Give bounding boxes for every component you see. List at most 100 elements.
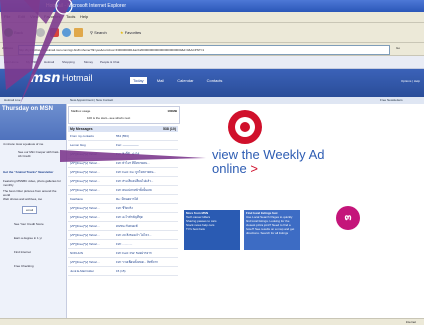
message-subject[interactable]: FW: รวมเพื่อนทั้งหมด... สิทธิ์จาก xyxy=(116,258,158,266)
message-subject[interactable]: 554 (553) xyxy=(116,132,129,140)
local-listings-body[interactable]: Use Local Search Pages to quickly find l… xyxy=(246,215,298,235)
message-row[interactable]: [v5*][Free]*[v] Tahori... FW: Fwd: Fw: ถู… xyxy=(68,168,178,177)
more-item-4[interactable]: TV's best bets xyxy=(186,227,238,231)
message-from[interactable]: [v5*][Free]*[v] Tahori... xyxy=(70,150,100,158)
message-row[interactable]: From my contacts 554 (553) xyxy=(68,132,178,141)
tab-calendar[interactable]: Calendar xyxy=(174,77,196,84)
message-row[interactable]: [v5*][Free]*[v] Tahori... FW: อะไรสำคัญที… xyxy=(68,213,178,222)
message-from[interactable]: [v5*][Free]*[v] Tahori... xyxy=(70,204,100,212)
message-from[interactable]: Junk E-Mail folder xyxy=(70,267,94,275)
message-row[interactable]: Kasthana Re: มีคนอยากได้ xyxy=(68,195,178,204)
message-from[interactable]: From my contacts xyxy=(70,132,94,140)
menu-view[interactable]: View xyxy=(30,12,39,22)
message-subject[interactable]: FW: Fwd: Fw: ถูกใจหลายคน... xyxy=(116,168,156,176)
message-subject[interactable]: 15 (15) xyxy=(116,267,126,275)
message-row[interactable]: NOKHUN FW: Fwd: FW: ของฝากจาก xyxy=(68,249,178,258)
search-button[interactable]: ⚲ Search xyxy=(90,28,107,37)
message-from[interactable]: [v5*][Free]*[v] Tahori... xyxy=(70,186,100,194)
intro-link[interactable]: 4 minute: How a jealous of me xyxy=(3,142,63,146)
refresh-button[interactable] xyxy=(62,28,71,38)
email-button[interactable]: email xyxy=(22,206,38,214)
hotmail-link[interactable]: Hotmail xyxy=(44,56,54,68)
target-logo-icon[interactable] xyxy=(228,110,262,144)
newsletter-bullet-1[interactable]: The best critter pictures from around th… xyxy=(3,189,63,197)
message-row[interactable]: Junk E-Mail folder 15 (15) xyxy=(68,267,178,276)
msn-nav-bar: msn Home My MSN Hotmail Shopping Money P… xyxy=(0,56,424,69)
go-button[interactable]: Go xyxy=(396,46,400,50)
weekly-ad-link[interactable]: view the Weekly Ad online > xyxy=(212,148,352,176)
message-subject[interactable]: FW: สิ่งนี้ที่...นำได้ xyxy=(116,150,139,158)
message-row[interactable]: [v5*][Free]*[v] Tahori... FW: สิ่งนี้ที่.… xyxy=(68,150,178,159)
message-from[interactable]: Lemon blog xyxy=(70,141,86,149)
my-messages-title[interactable]: My Messages xyxy=(70,127,93,131)
menu-file[interactable]: File xyxy=(4,12,10,22)
message-from[interactable]: Kasthana xyxy=(70,195,83,203)
message-subject[interactable]: Re: มีคนอยากได้ xyxy=(116,195,138,203)
credit-score-link[interactable]: See Your Credit Score xyxy=(14,222,62,226)
message-row[interactable]: [v5*][Free]*[v] Tahori... FW: ทำไม? ทีมีห… xyxy=(68,159,178,168)
message-from[interactable]: [v5*][Free]*[v] Tahori... xyxy=(70,258,100,266)
tab-mail[interactable]: Mail xyxy=(154,77,167,84)
message-from[interactable]: NOKHUN xyxy=(70,249,83,257)
address-input[interactable]: http://by13fd.bay13.hotmail.msn.com/cgi-… xyxy=(18,45,390,55)
message-subject[interactable]: FW: สระเสียงเปลี่ยนไปแล้ว... xyxy=(116,177,153,185)
my-msn-link[interactable]: My MSN xyxy=(26,56,38,68)
menu-help[interactable]: Help xyxy=(80,12,88,22)
address-bar: Address http://by13fd.bay13.hotmail.msn.… xyxy=(0,43,424,56)
tab-contacts[interactable]: Contacts xyxy=(204,77,226,84)
message-subject[interactable]: คนชนะกับคนแพ้ xyxy=(116,222,137,230)
tab-today[interactable]: Today xyxy=(130,77,147,84)
promo-link[interactable]: See our Mini Cooper with Fast-Ab Credit xyxy=(18,150,62,158)
msn-logo[interactable]: msn xyxy=(30,71,61,86)
window-title: Hotmail - Microsoft Internet Explorer xyxy=(46,3,127,9)
hotmail-live-link[interactable]: Hotmail Live xyxy=(4,97,21,104)
message-row[interactable]: [v5*][Free]*[v] Tahori... FW: ...........… xyxy=(68,240,178,249)
free-checking-link[interactable]: Free Checking xyxy=(14,264,62,268)
message-from[interactable]: [v5*][Free]*[v] Tahori... xyxy=(70,159,100,167)
message-subject[interactable]: Fwr: ---------------- xyxy=(116,141,139,149)
message-from[interactable]: [v5*][Free]*[v] Tahori... xyxy=(70,213,100,221)
home-button[interactable] xyxy=(74,28,83,38)
free-newsletters-link[interactable]: Free Newsletters xyxy=(380,97,403,104)
msn-home-link[interactable]: msn Home xyxy=(4,56,19,68)
back-button[interactable]: Back xyxy=(4,28,23,38)
message-from[interactable]: [v5*][Free]*[v] Tahori... xyxy=(70,177,100,185)
ad-column: view the Weekly Ad online > More from MS… xyxy=(184,104,420,318)
stop-button[interactable] xyxy=(50,28,59,38)
message-from[interactable]: [v5*][Free]*[v] Tahori... xyxy=(70,222,100,230)
message-row[interactable]: [v5*][Free]*[v] Tahori... FW: สระเสียงเปล… xyxy=(68,177,178,186)
message-subject[interactable]: FW: ชีวิตจริง xyxy=(116,204,133,212)
favorites-button[interactable]: ★ Favorites xyxy=(120,28,141,37)
message-from[interactable]: [v5*][Free]*[v] Tahori... xyxy=(70,240,100,248)
message-from[interactable]: [v5*][Free]*[v] Tahori... xyxy=(70,231,100,239)
money-link[interactable]: Money xyxy=(84,56,93,68)
message-row[interactable]: Lemon blog Fwr: ---------------- xyxy=(68,141,178,150)
people-chat-link[interactable]: People & Chat xyxy=(100,56,119,68)
menu-tools[interactable]: Tools xyxy=(66,12,75,22)
upgrade-link[interactable]: 100 is the start—see what's next xyxy=(87,116,130,120)
message-row[interactable]: [v5*][Free]*[v] Tahori... FW: ชีวิตจริง xyxy=(68,204,178,213)
message-subject[interactable]: FW: Fwd: FW: ของฝากจาก xyxy=(116,249,152,257)
message-from[interactable]: [v5*][Free]*[v] Tahori... xyxy=(70,168,100,176)
menu-edit[interactable]: Edit xyxy=(18,12,25,22)
find-internet-link[interactable]: Find Internet xyxy=(14,250,62,254)
newsletter-title[interactable]: Get the "Animal Tracks" Newsletter xyxy=(3,170,63,174)
message-subject[interactable]: FW: อะไรสำคัญที่สุด xyxy=(116,213,143,221)
newsletter-bullet-2[interactable]: Web shows and archives, too xyxy=(3,197,63,201)
menu-favorites[interactable]: Favorites xyxy=(44,12,60,22)
message-subject[interactable]: FW: 20 สิ่งของเจ้า ไม่ไหว... xyxy=(116,231,152,239)
message-row[interactable]: [v5*][Free]*[v] Tahori... คนชนะกับคนแพ้ xyxy=(68,222,178,231)
thai-numeral-badge: ๓ xyxy=(336,206,360,230)
new-appointment-contact-links[interactable]: New Appointment | New Contact xyxy=(70,97,113,104)
message-row[interactable]: [v5*][Free]*[v] Tahori... FW: รวมเพื่อนทั… xyxy=(68,258,178,267)
message-row[interactable]: [v5*][Free]*[v] Tahori... FW: คนแปลกหน้าท… xyxy=(68,186,178,195)
back-arrow-icon xyxy=(4,28,13,38)
degree-link[interactable]: Earn a degree in 1 yr xyxy=(14,236,62,240)
options-help-links[interactable]: Options | Help xyxy=(401,79,420,83)
message-row[interactable]: [v5*][Free]*[v] Tahori... FW: 20 สิ่งของเ… xyxy=(68,231,178,240)
message-subject[interactable]: FW: ทำไม? ทีมีหลายคน... xyxy=(116,159,150,167)
message-subject[interactable]: FW: คนแปลกหน้าทั้งนั้นเลย xyxy=(116,186,152,194)
message-subject[interactable]: FW: ............ xyxy=(116,240,132,248)
shopping-link[interactable]: Shopping xyxy=(62,56,75,68)
forward-button[interactable] xyxy=(36,28,45,38)
